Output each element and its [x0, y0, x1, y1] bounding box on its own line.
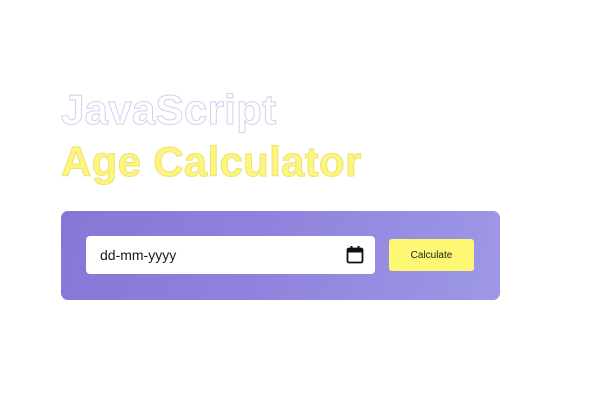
- calendar-icon[interactable]: [345, 245, 365, 265]
- title-line-age-calculator: Age Calculator: [61, 138, 362, 186]
- date-input-placeholder: dd-mm-yyyy: [100, 247, 177, 263]
- birth-date-input[interactable]: dd-mm-yyyy: [86, 236, 375, 274]
- page-title: JavaScript Age Calculator: [61, 84, 362, 188]
- calculate-button[interactable]: Calculate: [389, 239, 474, 271]
- title-line-javascript: JavaScript: [61, 86, 277, 134]
- calculator-card: dd-mm-yyyy Calculate: [61, 211, 500, 300]
